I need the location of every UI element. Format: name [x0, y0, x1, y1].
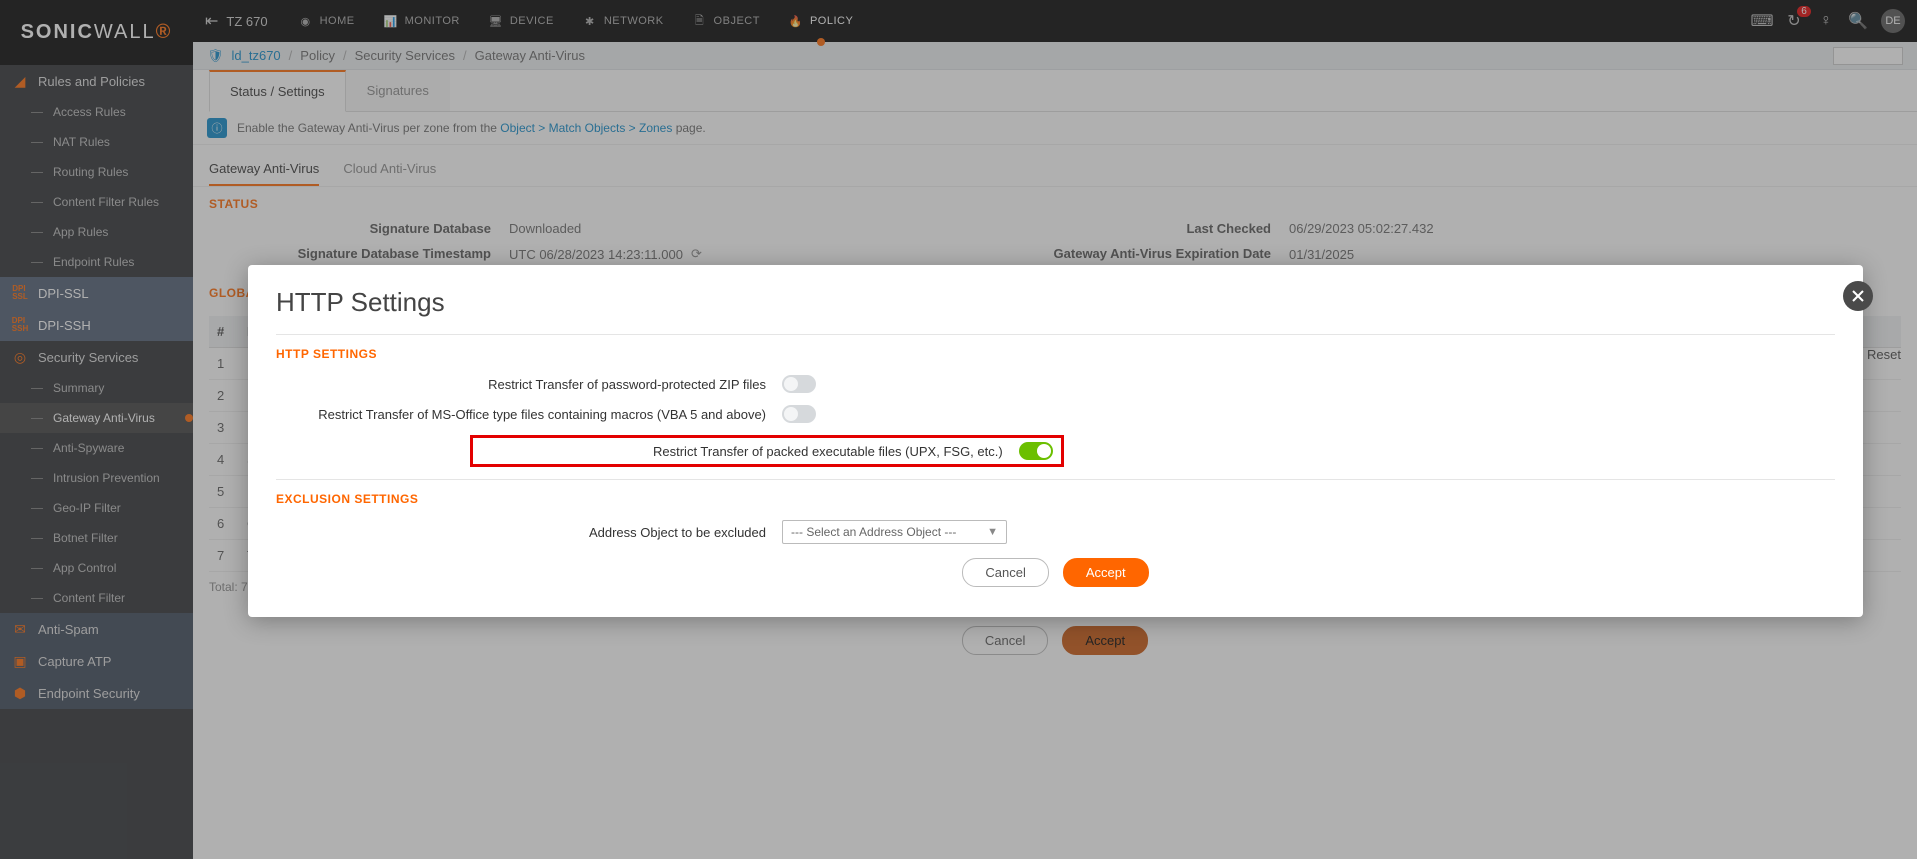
- modal-cancel-button[interactable]: Cancel: [962, 558, 1048, 587]
- toggle-packed-exe[interactable]: [1019, 442, 1053, 460]
- setting-label: Restrict Transfer of password-protected …: [276, 377, 766, 392]
- highlighted-setting: Restrict Transfer of packed executable f…: [470, 435, 1064, 467]
- toggle-zip[interactable]: [782, 375, 816, 393]
- setting-label: Address Object to be excluded: [276, 525, 766, 540]
- chevron-down-icon: ▼: [987, 526, 998, 538]
- setting-row-exclusion: Address Object to be excluded --- Select…: [276, 520, 1835, 544]
- setting-row-zip: Restrict Transfer of password-protected …: [276, 375, 1835, 393]
- setting-label: Restrict Transfer of MS-Office type file…: [276, 407, 766, 422]
- select-placeholder: --- Select an Address Object ---: [791, 525, 956, 539]
- modal-exclusion-section: EXCLUSION SETTINGS: [276, 492, 1835, 506]
- address-object-select[interactable]: --- Select an Address Object --- ▼: [782, 520, 1007, 544]
- modal-close-button[interactable]: [1843, 281, 1873, 311]
- toggle-office[interactable]: [782, 405, 816, 423]
- modal-title: HTTP Settings: [276, 287, 1835, 318]
- modal-http-section: HTTP SETTINGS: [276, 347, 1835, 361]
- setting-label: Restrict Transfer of packed executable f…: [653, 444, 1003, 459]
- http-settings-modal: HTTP Settings HTTP SETTINGS Restrict Tra…: [248, 265, 1863, 617]
- close-icon: [1851, 289, 1865, 303]
- setting-row-office: Restrict Transfer of MS-Office type file…: [276, 405, 1835, 423]
- modal-accept-button[interactable]: Accept: [1063, 558, 1149, 587]
